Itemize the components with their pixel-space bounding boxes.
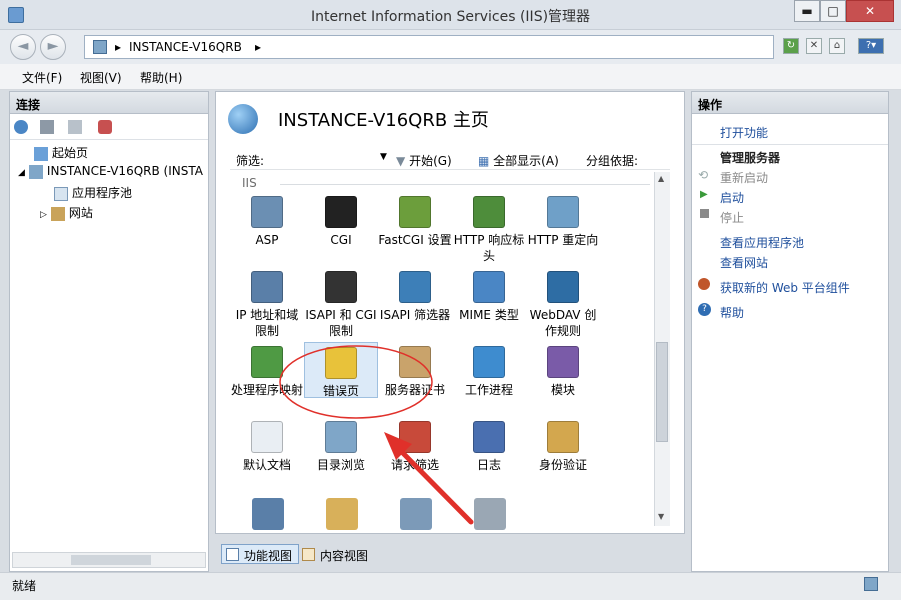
restart-icon: ⟲ bbox=[698, 168, 709, 182]
up-level-icon[interactable] bbox=[68, 120, 82, 134]
title-bar: Internet Information Services (IIS)管理器 ▬… bbox=[0, 0, 901, 30]
web-platform-icon bbox=[698, 278, 710, 290]
tree-label-start-page: 起始页 bbox=[52, 146, 89, 160]
tree-item-app-pools[interactable]: 应用程序池 bbox=[54, 184, 132, 201]
menu-bar: 文件(F) 视图(V) 帮助(H) bbox=[0, 64, 901, 90]
horizontal-scrollbar[interactable] bbox=[12, 552, 206, 568]
forward-arrow-icon: ► bbox=[47, 38, 59, 54]
actions-divider bbox=[692, 144, 888, 145]
maximize-button[interactable]: □ bbox=[820, 0, 846, 22]
minimize-button[interactable]: ▬ bbox=[794, 0, 820, 22]
menu-help[interactable]: 帮助(H) bbox=[140, 69, 182, 86]
content-view-icon bbox=[302, 548, 315, 561]
action-start[interactable]: 启动 bbox=[720, 189, 744, 206]
action-restart[interactable]: 重新启动 bbox=[720, 169, 768, 186]
tree-label-app-pools: 应用程序池 bbox=[72, 186, 133, 200]
status-bar: 就绪 bbox=[0, 572, 901, 600]
app-pool-icon bbox=[54, 186, 68, 201]
menu-view[interactable]: 视图(V) bbox=[80, 69, 122, 86]
features-view-icon bbox=[226, 548, 239, 561]
action-stop[interactable]: 停止 bbox=[720, 209, 744, 226]
tab-content-label: 内容视图 bbox=[320, 549, 369, 563]
tree-item-sites[interactable]: ▷ 网站 bbox=[40, 204, 93, 221]
window-title: Internet Information Services (IIS)管理器 bbox=[310, 9, 591, 25]
action-view-app-pools[interactable]: 查看应用程序池 bbox=[720, 234, 804, 251]
connections-toolbar bbox=[10, 114, 208, 140]
tree-label-server: INSTANCE-V16QRB (INSTA bbox=[46, 164, 203, 178]
close-button[interactable]: ✕ bbox=[846, 0, 894, 22]
status-server-icon bbox=[864, 577, 878, 591]
menu-file[interactable]: 文件(F) bbox=[22, 69, 62, 86]
home-icon[interactable]: ⌂ bbox=[829, 38, 845, 54]
back-arrow-icon: ◄ bbox=[17, 38, 29, 54]
save-icon[interactable] bbox=[40, 120, 54, 134]
server-icon bbox=[93, 40, 107, 54]
tab-content-view[interactable]: 内容视图 bbox=[297, 544, 375, 564]
action-help[interactable]: 帮助 bbox=[720, 304, 744, 321]
collapse-arrow-icon: ▷ bbox=[40, 210, 47, 220]
address-box[interactable]: ▸ INSTANCE-V16QRB ▸ bbox=[84, 35, 774, 59]
address-bar-row: ◄ ► ▸ INSTANCE-V16QRB ▸ ↻ ✕ ⌂ ?▾ bbox=[0, 30, 901, 64]
action-open-feature[interactable]: 打开功能 bbox=[720, 124, 768, 141]
back-button[interactable]: ◄ bbox=[10, 34, 36, 60]
expand-arrow-icon: ◢ bbox=[18, 168, 25, 178]
features-pane: INSTANCE-V16QRB 主页 筛选: ▼ ▼ 开始(G) ▦ 全部显示(… bbox=[215, 91, 685, 534]
start-icon: ▶ bbox=[700, 189, 708, 200]
breadcrumb-separator: ▸ bbox=[115, 40, 122, 54]
connections-title: 连接 bbox=[10, 92, 208, 114]
stop-icon[interactable]: ✕ bbox=[806, 38, 822, 54]
tab-features-view[interactable]: 功能视图 bbox=[221, 544, 300, 564]
help-dropdown-icon[interactable]: ?▾ bbox=[858, 38, 884, 54]
stop-square-icon bbox=[700, 209, 709, 218]
forward-button[interactable]: ► bbox=[40, 34, 66, 60]
action-view-sites[interactable]: 查看网站 bbox=[720, 254, 768, 271]
connect-globe-icon[interactable] bbox=[14, 120, 28, 134]
tree-label-sites: 网站 bbox=[68, 206, 93, 220]
sites-folder-icon bbox=[50, 206, 65, 221]
breadcrumb-path: INSTANCE-V16QRB bbox=[129, 40, 242, 54]
actions-title: 操作 bbox=[692, 92, 888, 114]
connections-pane: 连接 起始页 ◢ INSTANCE-V16QRB (INSTA 应用程序池 ▷ 网站 bbox=[9, 91, 209, 572]
tree-item-start-page[interactable]: 起始页 bbox=[34, 144, 88, 161]
action-get-web-platform[interactable]: 获取新的 Web 平台组件 bbox=[720, 279, 850, 296]
annotation-overlay bbox=[279, 345, 474, 525]
tree-item-server[interactable]: ◢ INSTANCE-V16QRB (INSTA bbox=[18, 164, 203, 179]
tab-features-label: 功能视图 bbox=[244, 549, 293, 563]
help-icon: ? bbox=[698, 303, 711, 316]
scroll-thumb[interactable] bbox=[71, 555, 151, 565]
view-tabs: 功能视图 内容视图 bbox=[215, 540, 685, 566]
refresh-icon[interactable]: ↻ bbox=[783, 38, 799, 54]
status-text: 就绪 bbox=[12, 579, 37, 593]
annotation-circle bbox=[279, 345, 433, 419]
annotation-arrow-shaft bbox=[391, 441, 474, 525]
start-page-icon bbox=[34, 146, 48, 161]
actions-pane: 操作 打开功能 管理服务器 ⟲ 重新启动 ▶ 启动 停止 查看应用程序池 查看网… bbox=[691, 91, 889, 572]
server-node-icon bbox=[28, 164, 43, 179]
breadcrumb-separator-end: ▸ bbox=[255, 40, 262, 54]
section-manage-server: 管理服务器 bbox=[720, 151, 781, 165]
disconnect-icon[interactable] bbox=[98, 120, 112, 134]
